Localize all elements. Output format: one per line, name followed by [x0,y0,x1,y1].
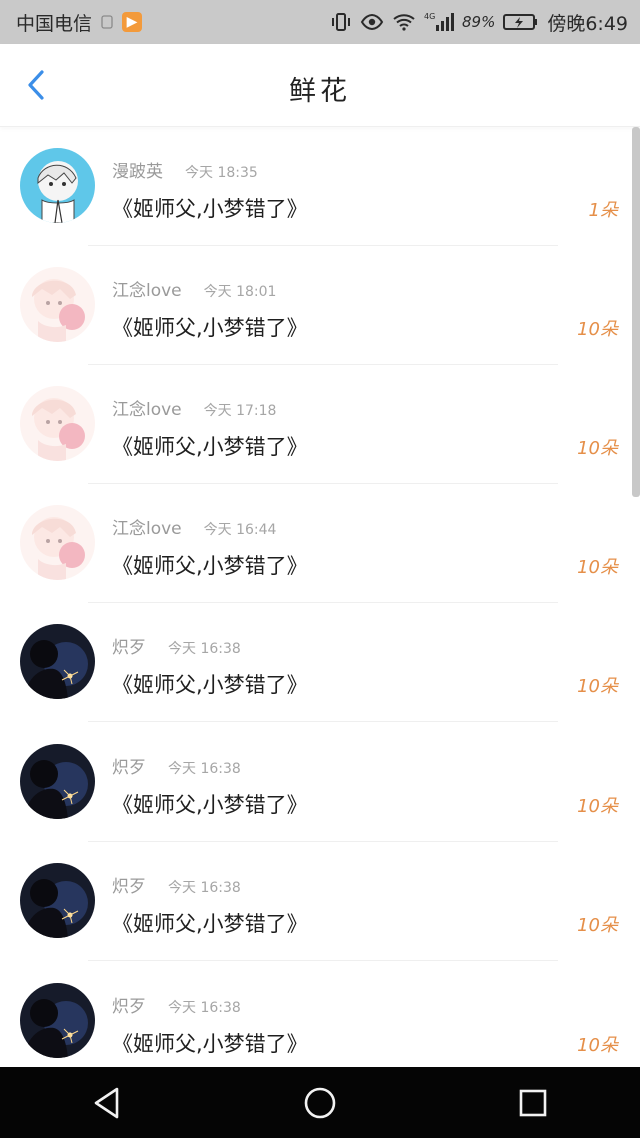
timestamp: 今天 18:35 [185,165,258,181]
message-text: 《姬师父,小梦错了》 [112,1032,308,1056]
avatar[interactable] [20,744,95,819]
avatar[interactable] [20,386,95,461]
avatar-pink-girl-image [20,505,95,580]
sender-name[interactable]: 江念love [112,395,182,420]
sim-icon [100,15,114,29]
list-item[interactable]: 炽歹 今天 16:38 《姬师父,小梦错了》 10朵 [0,603,632,722]
list-item[interactable]: 炽歹 今天 16:38 《姬师父,小梦错了》 10朵 [0,962,632,1067]
flower-count: 10朵 [577,1035,618,1056]
network-type-label: 4G [424,12,435,21]
flower-count: 10朵 [577,915,618,936]
avatar[interactable] [20,148,95,223]
home-circle-icon [304,1087,336,1118]
system-recent-button[interactable] [493,1067,573,1138]
sender-name[interactable]: 炽歹 [112,753,146,778]
avatar[interactable] [20,505,95,580]
sender-name[interactable]: 江念love [112,276,182,301]
message-text: 《姬师父,小梦错了》 [112,197,308,221]
name-line: 炽歹 今天 16:38 [112,872,241,897]
divider [88,721,558,722]
status-right: 4G 89% 傍晚6:49 [330,9,628,36]
avatar-dark-sparkler-image [20,744,95,819]
timestamp: 今天 16:38 [168,1000,241,1016]
sender-name[interactable]: 炽歹 [112,633,146,658]
sender-name[interactable]: 江念love [112,514,182,539]
list-item[interactable]: 江念love 今天 18:01 《姬师父,小梦错了》 10朵 [0,246,632,365]
flower-count: 10朵 [577,796,618,817]
avatar-pink-girl-image [20,267,95,342]
timestamp: 今天 16:38 [168,880,241,896]
scrollbar[interactable] [632,127,640,497]
timestamp: 今天 16:38 [168,761,241,777]
flower-count: 10朵 [577,676,618,697]
app-notification-icon: ▶ [122,12,143,32]
avatar-pink-girl-image [20,386,95,461]
name-line: 炽歹 今天 16:38 [112,992,241,1017]
message-text: 《姬师父,小梦错了》 [112,554,308,578]
sender-name[interactable]: 炽歹 [112,872,146,897]
timestamp: 今天 18:01 [203,284,277,300]
nav-bar: 鲜花 [0,44,640,127]
flower-list[interactable]: 漫跛英 今天 18:35 《姬师父,小梦错了》 1朵 江念love 今天 18:… [0,127,640,1067]
message-text: 《姬师父,小梦错了》 [112,793,308,817]
timestamp: 今天 16:38 [168,641,241,657]
signal-icon: 4G [424,11,454,33]
avatar[interactable] [20,624,95,699]
eye-icon [360,13,384,31]
list-item[interactable]: 江念love 今天 17:18 《姬师父,小梦错了》 10朵 [0,365,632,484]
message-text: 《姬师父,小梦错了》 [112,316,308,340]
name-line: 江念love 今天 18:01 [112,276,276,301]
sender-name[interactable]: 漫跛英 [112,157,163,182]
avatar-dark-sparkler-image [20,863,95,938]
vibrate-icon [330,12,352,32]
name-line: 漫跛英 今天 18:35 [112,157,258,182]
message-text: 《姬师父,小梦错了》 [112,673,308,697]
avatar[interactable] [20,863,95,938]
timestamp: 今天 16:44 [203,522,277,538]
flower-count: 1朵 [588,200,618,221]
wifi-icon [392,12,416,32]
avatar-dark-sparkler-image [20,624,95,699]
system-home-button[interactable] [280,1067,360,1138]
avatar-anime-white-image [20,148,95,223]
list-item[interactable]: 江念love 今天 16:44 《姬师父,小梦错了》 10朵 [0,484,632,603]
divider [88,960,558,961]
name-line: 江念love 今天 17:18 [112,395,276,420]
recent-square-icon [520,1089,547,1116]
flower-count: 10朵 [577,557,618,578]
timestamp: 今天 17:18 [203,403,277,419]
battery-icon [503,13,539,31]
name-line: 炽歹 今天 16:38 [112,633,241,658]
message-text: 《姬师父,小梦错了》 [112,435,308,459]
list-item[interactable]: 炽歹 今天 16:38 《姬师父,小梦错了》 10朵 [0,723,632,842]
flower-count: 10朵 [577,319,618,340]
clock-label: 傍晚6:49 [547,12,628,35]
page-title: 鲜花 [289,76,351,107]
sender-name[interactable]: 炽歹 [112,992,146,1017]
name-line: 江念love 今天 16:44 [112,514,276,539]
avatar-dark-sparkler-image [20,983,95,1058]
battery-percent-label: 89% [461,13,496,31]
system-nav-bar [0,1067,640,1138]
back-triangle-icon [94,1087,118,1118]
flower-count: 10朵 [577,438,618,459]
message-text: 《姬师父,小梦错了》 [112,912,308,936]
list-item[interactable]: 炽歹 今天 16:38 《姬师父,小梦错了》 10朵 [0,842,632,961]
status-bar: 中国电信 ▶ 4G 89% 傍晚6:49 [0,0,640,44]
carrier-label: 中国电信 [16,12,93,35]
avatar[interactable] [20,983,95,1058]
list-item[interactable]: 漫跛英 今天 18:35 《姬师父,小梦错了》 1朵 [0,127,632,246]
system-back-button[interactable] [67,1067,147,1138]
status-left: 中国电信 ▶ [16,9,143,36]
avatar[interactable] [20,267,95,342]
name-line: 炽歹 今天 16:38 [112,753,241,778]
